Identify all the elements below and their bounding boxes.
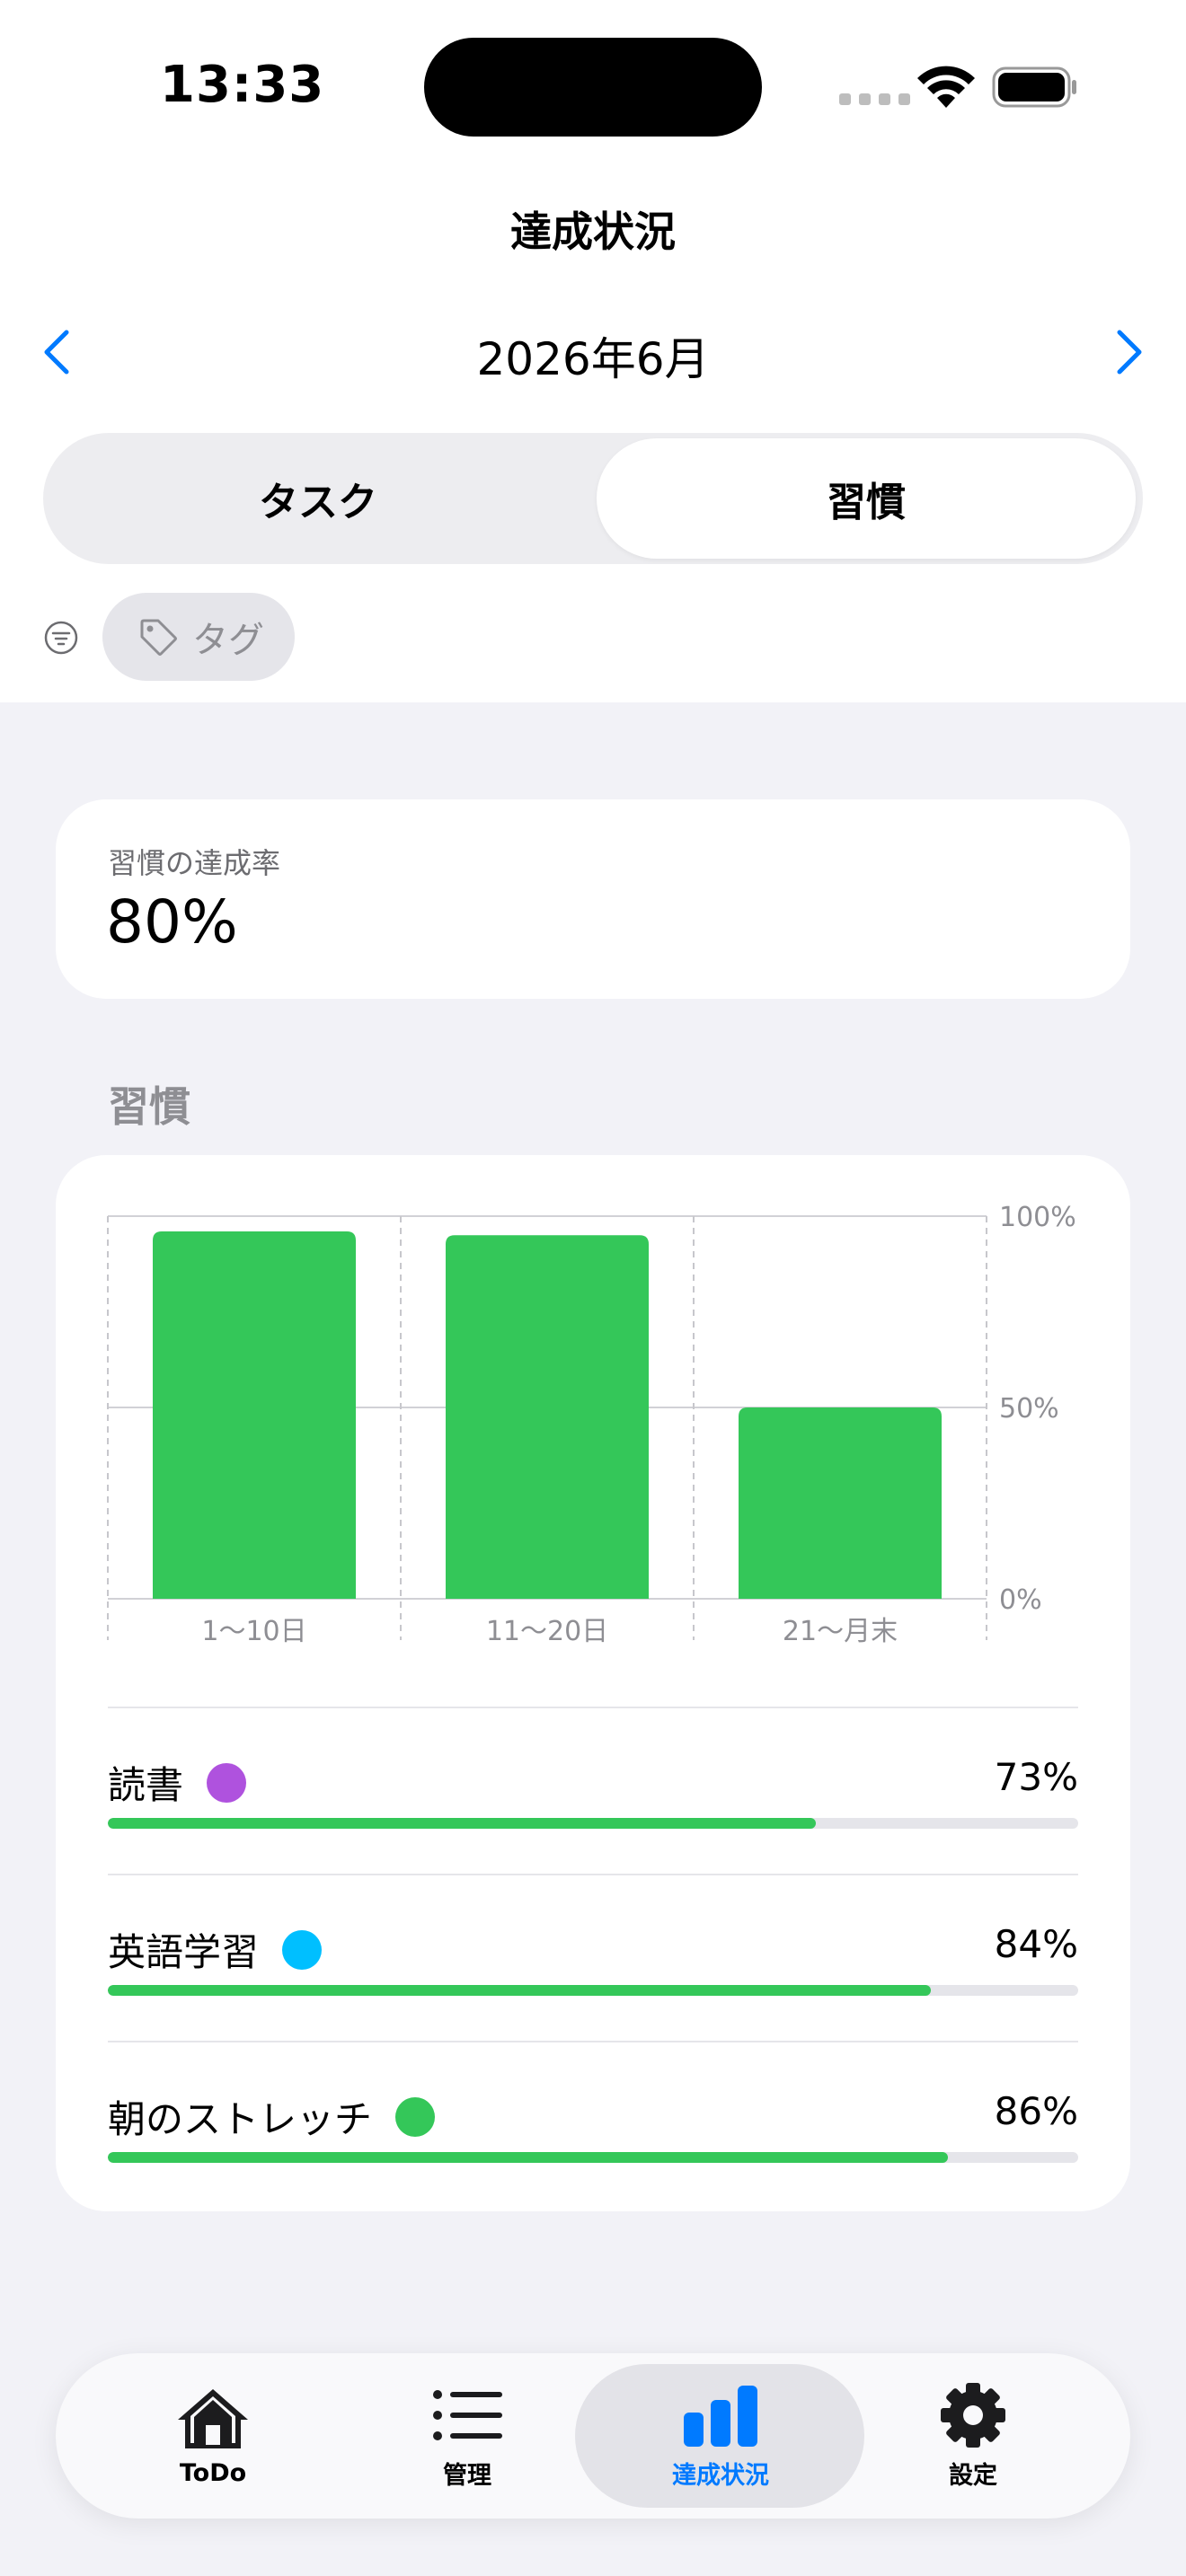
- chart-y-tick-label: 0%: [999, 1584, 1042, 1616]
- habit-rate-card: 習慣の達成率 80%: [56, 799, 1130, 999]
- tab-label: 管理: [443, 2461, 491, 2490]
- chart-y-tick-label: 100%: [999, 1202, 1076, 1233]
- habit-name: 読書: [108, 1763, 184, 1807]
- tab-label: ToDo: [179, 2458, 247, 2487]
- tab-bar: ToDo 管理 達成状況 設定: [56, 2353, 1130, 2519]
- tab-achievement[interactable]: 達成状況: [575, 2353, 864, 2519]
- habit-row[interactable]: 読書 73%: [108, 1707, 1078, 1874]
- habit-percent: 84%: [994, 1922, 1078, 1966]
- segment-habit[interactable]: 習慣: [597, 438, 1136, 559]
- gear-icon: [941, 2382, 1005, 2448]
- next-month-button[interactable]: [1102, 325, 1155, 379]
- habit-percent: 73%: [994, 1755, 1078, 1799]
- habit-rate-value: 80%: [106, 887, 238, 957]
- list-icon: [433, 2389, 502, 2440]
- section-header-habits: 習慣: [108, 1082, 190, 1131]
- habit-color-dot: [282, 1929, 323, 1970]
- habit-progress-bar: [108, 1985, 1078, 1996]
- screen: 13:33 達成状況 2026年6月 タスク 習慣 タグ 習慣の達成率 80% …: [0, 0, 1186, 2576]
- chart-x-tick-label: 21〜月末: [783, 1616, 898, 1647]
- month-label: 2026年6月: [476, 333, 710, 385]
- chart-bar: [739, 1407, 942, 1599]
- habit-color-dot: [207, 1762, 247, 1803]
- battery-icon: [992, 66, 1076, 108]
- tab-label: 達成状況: [672, 2461, 769, 2490]
- habit-progress-bar: [108, 2152, 1078, 2163]
- chart-bar: [153, 1231, 356, 1599]
- segment-task[interactable]: タスク: [43, 433, 593, 564]
- chart-bar: [446, 1235, 649, 1599]
- chart-bar-icon: [684, 2385, 757, 2447]
- habit-name: 英語学習: [108, 1930, 260, 1974]
- habit-progress-bar: [108, 1818, 1078, 1829]
- segmented-control: タスク 習慣: [43, 433, 1143, 564]
- habit-row[interactable]: 英語学習 84%: [108, 1874, 1078, 2041]
- chart-x-tick-label: 1〜10日: [201, 1616, 306, 1647]
- habit-name: 朝のストレッチ: [108, 2097, 373, 2141]
- tab-label: 設定: [949, 2461, 997, 2490]
- habit-percent: 86%: [994, 2089, 1078, 2133]
- habit-color-dot: [395, 2096, 436, 2137]
- tab-manage[interactable]: 管理: [341, 2353, 593, 2519]
- chart-x-tick-label: 11〜20日: [486, 1616, 608, 1647]
- filter-icon[interactable]: [43, 620, 79, 656]
- tag-filter-label: タグ: [192, 620, 264, 661]
- wifi-icon: [917, 66, 975, 108]
- tab-settings[interactable]: 設定: [847, 2353, 1099, 2519]
- tag-filter-chip[interactable]: タグ: [102, 593, 295, 681]
- dynamic-island: [424, 38, 762, 137]
- habit-row[interactable]: 朝のストレッチ 86%: [108, 2041, 1078, 2208]
- tag-icon: [140, 619, 177, 656]
- chart-y-tick-label: 50%: [999, 1393, 1059, 1425]
- habit-rate-label: 習慣の達成率: [108, 846, 281, 880]
- page-title: 達成状況: [510, 207, 676, 256]
- house-icon: [178, 2388, 248, 2448]
- habit-bar-chart: 1〜10日 11〜20日 21〜月末 100% 50% 0%: [107, 1202, 1076, 1647]
- cellular-signal-icon: [839, 93, 910, 105]
- tab-todo[interactable]: ToDo: [87, 2353, 339, 2519]
- habit-chart-card: 1〜10日 11〜20日 21〜月末 100% 50% 0% 読書 73% 英語学習 84…: [56, 1155, 1130, 2211]
- status-time: 13:33: [160, 56, 325, 114]
